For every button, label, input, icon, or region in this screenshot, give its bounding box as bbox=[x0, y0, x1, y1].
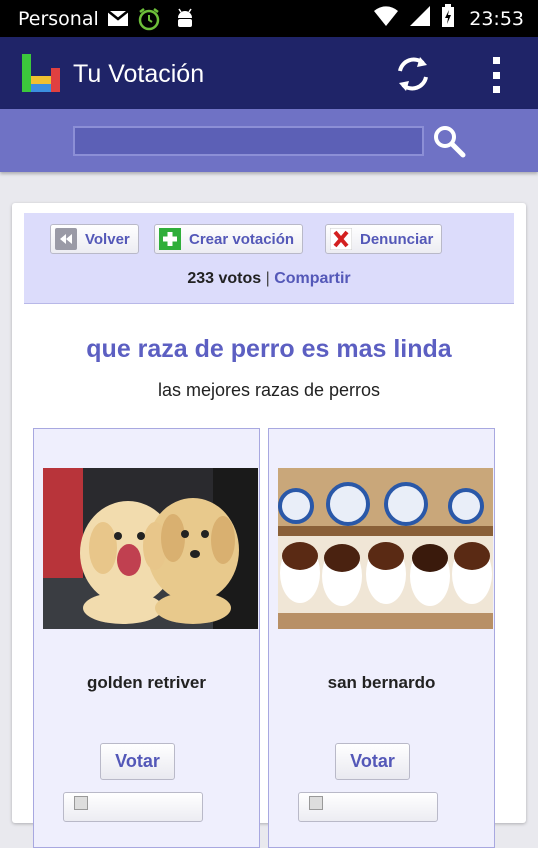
poll-option: golden retriver Votar bbox=[33, 428, 260, 848]
vote-stats: 233 votos | Compartir bbox=[24, 270, 514, 288]
mail-icon bbox=[107, 10, 129, 27]
refresh-icon[interactable] bbox=[392, 53, 434, 95]
clock: 23:53 bbox=[469, 7, 524, 30]
poll-title: que raza de perro es mas linda bbox=[86, 335, 452, 363]
report-label: Denunciar bbox=[360, 230, 434, 248]
vote-button[interactable]: Votar bbox=[335, 743, 410, 780]
close-icon bbox=[330, 228, 352, 250]
poll-subtitle: las mejores razas de perros bbox=[157, 380, 381, 400]
poll-option: san bernardo Votar bbox=[268, 428, 495, 848]
poll-card: Volver Crear votación Denunciar 233 voto… bbox=[12, 203, 526, 848]
rewind-icon bbox=[55, 228, 77, 250]
alarm-icon bbox=[137, 7, 161, 31]
share-link[interactable]: Compartir bbox=[274, 270, 350, 287]
button-icon bbox=[74, 796, 88, 810]
wifi-icon bbox=[373, 5, 399, 32]
saint-bernard-photo bbox=[278, 468, 493, 629]
poll-toolbar: Volver Crear votación Denunciar 233 voto… bbox=[24, 213, 514, 304]
vote-button[interactable]: Votar bbox=[100, 743, 175, 780]
app-title: Tu Votación bbox=[73, 60, 205, 88]
button-icon bbox=[309, 796, 323, 810]
option-secondary-button[interactable] bbox=[63, 792, 203, 822]
battery-charging-icon bbox=[441, 4, 455, 33]
option-name: san bernardo bbox=[327, 673, 436, 692]
back-label: Volver bbox=[85, 230, 130, 248]
carrier-name: Personal bbox=[18, 7, 99, 30]
overflow-menu-icon[interactable] bbox=[484, 57, 508, 93]
separator: | bbox=[265, 270, 270, 287]
option-name: golden retriver bbox=[86, 673, 207, 692]
create-poll-button[interactable]: Crear votación bbox=[154, 224, 304, 254]
signal-icon bbox=[409, 5, 431, 32]
plus-icon bbox=[159, 228, 181, 250]
option-secondary-button[interactable] bbox=[298, 792, 438, 822]
report-button[interactable]: Denunciar bbox=[325, 224, 443, 254]
golden-retriever-photo bbox=[43, 468, 258, 629]
app-bar: Tu Votación bbox=[0, 37, 538, 109]
vote-count: 233 votos bbox=[187, 270, 262, 287]
create-poll-label: Crear votación bbox=[189, 230, 295, 248]
search-input[interactable] bbox=[73, 126, 424, 156]
android-debug-icon bbox=[175, 8, 195, 30]
back-button[interactable]: Volver bbox=[50, 224, 139, 254]
app-logo-icon bbox=[22, 54, 60, 92]
search-icon[interactable] bbox=[432, 124, 466, 163]
status-bar: Personal 23:53 bbox=[0, 0, 538, 37]
